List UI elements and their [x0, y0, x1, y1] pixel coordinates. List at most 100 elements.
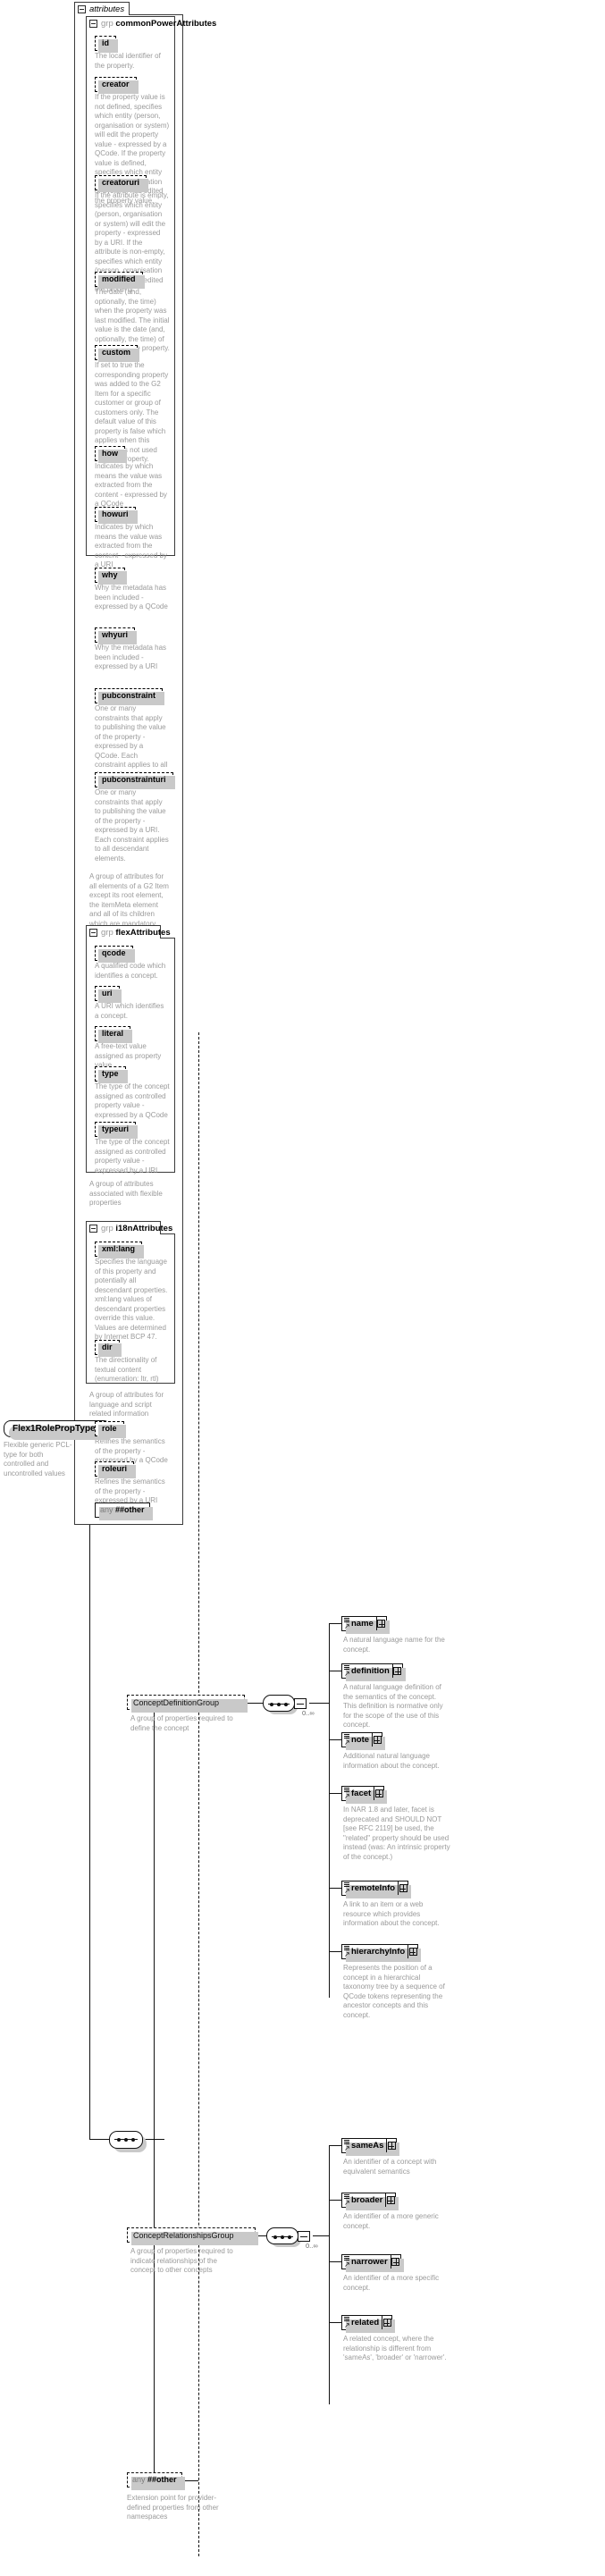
- attribute-why[interactable]: why: [95, 566, 127, 585]
- root-type-label: Flex1RolePropType: [13, 1424, 96, 1434]
- any-element-wildcard[interactable]: any ##other: [127, 2472, 185, 2490]
- attribute-how[interactable]: how: [95, 444, 127, 463]
- attribute-chip[interactable]: why: [95, 568, 127, 585]
- element-definition[interactable]: ↗ definition: [341, 1663, 406, 1681]
- attribute-chip[interactable]: custom: [95, 345, 140, 362]
- attribute-chip[interactable]: howuri: [95, 507, 137, 524]
- attribute-qcode[interactable]: qcode: [95, 944, 135, 963]
- attribute-chip[interactable]: pubconstraint: [95, 688, 164, 705]
- group-keyword: grp: [101, 927, 113, 938]
- root-type-doc: Flexible generic PCL-type for both contr…: [4, 1441, 72, 1477]
- group-tab-i18nAttributes[interactable]: grp i18nAttributes: [86, 1221, 172, 1234]
- attribute-chip[interactable]: creator: [95, 77, 139, 94]
- attribute-creator[interactable]: creator: [95, 75, 139, 94]
- connector: [154, 2139, 155, 2235]
- connector: [89, 2139, 109, 2140]
- element-related[interactable]: ↗ related: [341, 2315, 396, 2333]
- element-facet[interactable]: ↗ facet: [341, 1786, 388, 1804]
- expand-icon[interactable]: [391, 1664, 402, 1678]
- element-remoteInfo[interactable]: ↗ remoteInfo: [341, 1881, 412, 1898]
- attribute-creatoruri[interactable]: creatoruri: [95, 173, 149, 192]
- attribute-chip[interactable]: whyuri: [95, 627, 138, 644]
- expand-icon[interactable]: [408, 1945, 417, 1958]
- element-narrower[interactable]: ↗ narrower: [341, 2254, 404, 2272]
- collapse-toggle-icon[interactable]: [298, 2230, 310, 2242]
- attribute-chip[interactable]: type: [95, 1066, 128, 1083]
- group-tab-flexAttributes[interactable]: grp flexAttributes: [86, 925, 171, 939]
- attribute-doc: Indicates by which means the value was e…: [95, 462, 167, 508]
- attribute-chip[interactable]: id: [95, 36, 118, 53]
- attribute-typeuri[interactable]: typeuri: [95, 1120, 139, 1139]
- group-ref-doc: A group of properties required to define…: [130, 1714, 233, 1732]
- attribute-howuri[interactable]: howuri: [95, 505, 137, 524]
- collapse-icon[interactable]: [89, 928, 97, 937]
- attribute-custom[interactable]: custom: [95, 343, 140, 362]
- group-tab-commonPowerAttributes[interactable]: grp commonPowerAttributes: [86, 16, 216, 29]
- arrow-icon: ↗: [344, 2199, 350, 2207]
- attribute-chip[interactable]: pubconstrainturi: [95, 772, 174, 789]
- attribute-chip[interactable]: modified: [95, 272, 144, 289]
- collapse-toggle-icon[interactable]: [294, 1697, 307, 1709]
- expand-icon[interactable]: [374, 1787, 383, 1800]
- arrow-icon: ↗: [344, 1670, 350, 1678]
- expand-icon[interactable]: [398, 1881, 408, 1895]
- attribute-chip[interactable]: typeuri: [95, 1122, 139, 1139]
- expand-icon[interactable]: [385, 2193, 395, 2207]
- attribute-xml-lang[interactable]: xml:lang: [95, 1240, 145, 1259]
- element-broader[interactable]: ↗ broader: [341, 2193, 399, 2210]
- attribute-chip[interactable]: creatoruri: [95, 175, 149, 192]
- element-sameAs[interactable]: ↗ sameAs: [341, 2138, 400, 2156]
- attribute-chip[interactable]: how: [95, 446, 127, 463]
- connector: [329, 1888, 341, 1889]
- attribute-chip[interactable]: role: [95, 1421, 126, 1438]
- attribute-roleuri[interactable]: roleuri: [95, 1460, 137, 1478]
- attribute-modified[interactable]: modified: [95, 270, 144, 289]
- element-name[interactable]: ↗ name: [341, 1616, 390, 1634]
- expand-icon[interactable]: [386, 2139, 396, 2152]
- collapse-icon[interactable]: [89, 19, 97, 28]
- attribute-dir[interactable]: dir: [95, 1338, 122, 1357]
- collapse-icon[interactable]: [78, 4, 86, 13]
- group-keyword: grp: [101, 1223, 113, 1233]
- attribute-pubconstraint[interactable]: pubconstraint: [95, 686, 164, 705]
- attribute-id[interactable]: id: [95, 34, 118, 53]
- element-note[interactable]: ↗ note: [341, 1732, 386, 1750]
- expand-icon[interactable]: [375, 1617, 386, 1630]
- attribute-chip[interactable]: literal: [95, 1026, 133, 1043]
- connector: [329, 2200, 341, 2201]
- attribute-type[interactable]: type: [95, 1065, 128, 1083]
- group-ref-label: ConceptDefinitionGroup: [133, 1697, 220, 1707]
- sequence-ConceptRelationshipsGroup[interactable]: [266, 2227, 310, 2247]
- attribute-chip[interactable]: qcode: [95, 946, 135, 963]
- collapse-icon[interactable]: [89, 1224, 97, 1233]
- group-ref-label: ConceptRelationshipsGroup: [133, 2230, 234, 2240]
- sequence-ConceptDefinitionGroup[interactable]: [263, 1695, 307, 1714]
- group-ref-ConceptRelationshipsGroup[interactable]: ConceptRelationshipsGroup: [127, 2227, 258, 2245]
- expand-icon[interactable]: [372, 1733, 382, 1747]
- attribute-doc: One or many constraints that apply to pu…: [95, 788, 169, 863]
- attributes-tab[interactable]: attributes: [74, 2, 130, 15]
- connector: [329, 2322, 341, 2323]
- arrow-icon: ↗: [344, 1887, 350, 1895]
- attribute-doc: Specifies the language of this property …: [95, 1258, 168, 1341]
- attribute-uri[interactable]: uri: [95, 984, 122, 1003]
- element-doc: Additional natural language information …: [343, 1752, 440, 1770]
- attribute-literal[interactable]: literal: [95, 1024, 133, 1043]
- connector: [329, 1951, 341, 1952]
- attribute-chip[interactable]: roleuri: [95, 1461, 137, 1478]
- attribute-chip[interactable]: xml:lang: [95, 1242, 145, 1259]
- any-attribute-wildcard[interactable]: any ##other: [95, 1503, 153, 1520]
- sequence-compositor[interactable]: [109, 2131, 147, 2152]
- attribute-whyuri[interactable]: whyuri: [95, 626, 138, 644]
- attribute-chip[interactable]: uri: [95, 986, 122, 1003]
- expand-icon[interactable]: [390, 2255, 400, 2269]
- attribute-chip[interactable]: dir: [95, 1340, 122, 1357]
- expand-icon[interactable]: [382, 2316, 391, 2329]
- attribute-pubconstrainturi[interactable]: pubconstrainturi: [95, 770, 174, 789]
- element-label: remoteInfo: [351, 1883, 396, 1893]
- group-ref-ConceptDefinitionGroup[interactable]: ConceptDefinitionGroup: [127, 1695, 248, 1713]
- arrow-icon: ↗: [344, 1622, 350, 1630]
- attribute-doc: The type of the concept assigned as cont…: [95, 1138, 170, 1174]
- element-hierarchyInfo[interactable]: ↗ hierarchyInfo: [341, 1944, 422, 1962]
- attribute-role[interactable]: role: [95, 1419, 126, 1438]
